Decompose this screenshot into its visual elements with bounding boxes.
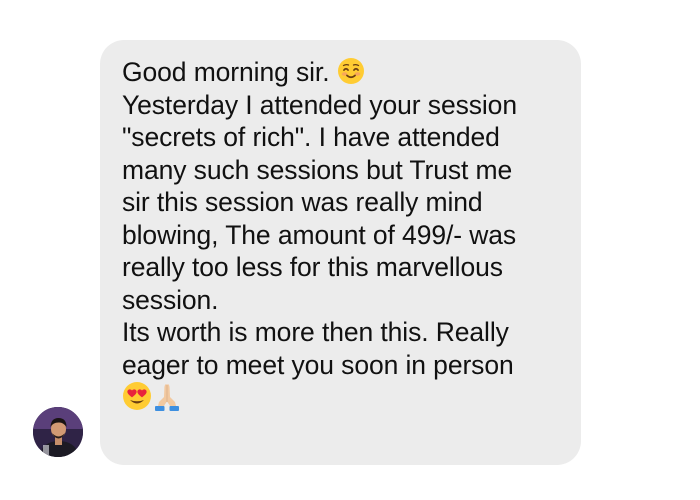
message-line: many such sessions but Trust me: [122, 154, 513, 185]
folded-hands-emoji: [152, 381, 182, 411]
message-bubble[interactable]: Good morning sir. Yesterday I attended y…: [100, 40, 581, 465]
smiling-face-with-smiling-eyes-emoji: [337, 57, 365, 85]
message-line: Good morning sir.: [122, 56, 563, 89]
message-line: eager to meet you soon in person: [122, 349, 514, 380]
sender-avatar[interactable]: [33, 407, 83, 457]
message-line: sir this session was really mind: [122, 187, 483, 217]
message-emoji-line: [122, 381, 563, 414]
message-line: session.: [122, 284, 219, 315]
message-line: really too less for this marvellous: [122, 252, 503, 282]
message-line: blowing, The amount of 499/- was: [122, 219, 517, 250]
heart-eyes-emoji: [122, 381, 152, 411]
message-line: "secrets of rich". I have attended: [122, 122, 500, 152]
message-text: Good morning sir.: [122, 57, 330, 87]
message-line: Yesterday I attended your session: [122, 89, 517, 120]
avatar-photo: [33, 407, 83, 457]
message-line: Its worth is more then this. Really: [122, 317, 509, 347]
chat-message-row: Good morning sir. Yesterday I attended y…: [0, 0, 700, 500]
